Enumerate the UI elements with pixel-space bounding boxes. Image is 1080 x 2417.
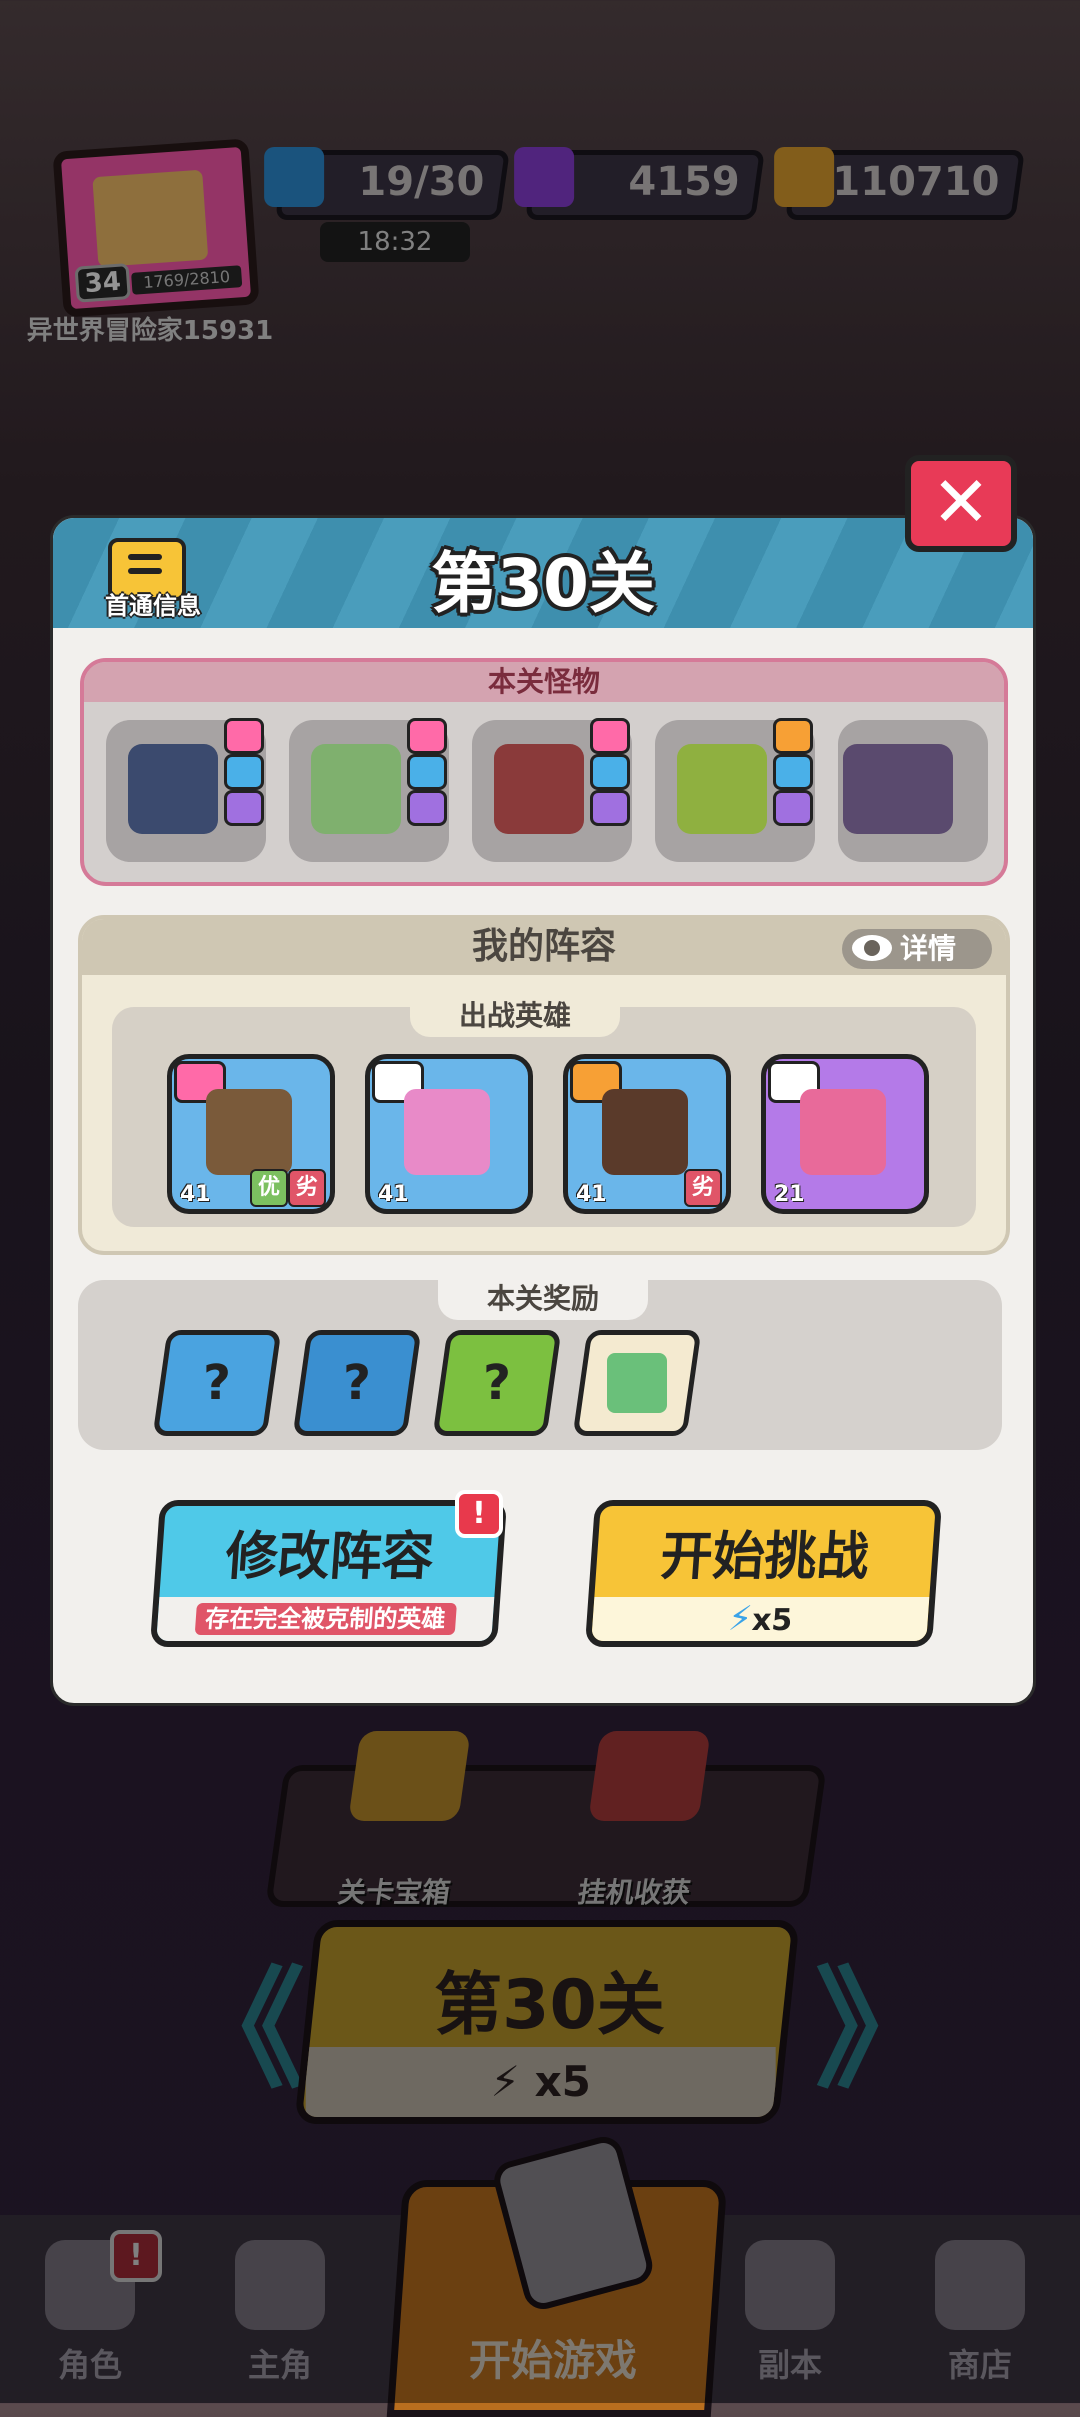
close-icon: ✕ — [931, 461, 991, 543]
monster-tile[interactable] — [289, 718, 449, 862]
hero-card[interactable]: 41 — [365, 1054, 533, 1214]
hero-level: 41 — [378, 1182, 409, 1207]
reward-map-item[interactable]: ? — [152, 1330, 282, 1436]
start-challenge-button[interactable]: 开始挑战 ⚡x5 — [584, 1500, 943, 1647]
detail-label: 详情 — [900, 932, 957, 965]
detail-button[interactable]: 详情 — [842, 929, 992, 969]
target-badge — [224, 754, 264, 790]
start-challenge-label: 开始挑战 — [658, 1527, 871, 1587]
hero-level: 41 — [180, 1182, 211, 1207]
class-badge — [773, 718, 813, 754]
pink-mech-hero-icon — [404, 1089, 490, 1175]
reward-gear-item[interactable]: ? — [292, 1330, 422, 1436]
energy-bolt-icon: ⚡ — [726, 1599, 754, 1639]
modal-header: 首通信息 第30关 — [53, 518, 1033, 628]
green-orc-icon — [311, 744, 401, 834]
reward-book-item[interactable] — [572, 1330, 702, 1436]
gunner-hero-icon — [206, 1089, 292, 1175]
hero-level: 41 — [576, 1182, 607, 1207]
target-badge — [590, 754, 630, 790]
rewards-header: 本关奖励 — [438, 1278, 648, 1320]
question-icon: ? — [203, 1355, 231, 1411]
bandana-hero-icon — [602, 1089, 688, 1175]
bolt-badge — [224, 790, 264, 826]
lineup-header-bar: 我的阵容 详情 — [82, 919, 1006, 975]
target-badge — [407, 754, 447, 790]
hat-witch-icon — [843, 744, 953, 834]
modify-alert-badge: ! — [455, 1490, 503, 1538]
counter-warning: 存在完全被克制的英雄 — [156, 1597, 495, 1641]
question-icon: ? — [483, 1355, 511, 1411]
hero-card[interactable]: 41 劣 — [563, 1054, 731, 1214]
modify-lineup-label: 修改阵容 — [223, 1527, 436, 1587]
book-icon — [607, 1353, 667, 1413]
class-badge — [590, 718, 630, 754]
hero-level: 21 — [774, 1182, 805, 1207]
hero-card[interactable]: 21 — [761, 1054, 929, 1214]
heroes-subheader: 出战英雄 — [410, 995, 620, 1037]
target-badge — [773, 754, 813, 790]
pink-hat-hero-icon — [800, 1089, 886, 1175]
bolt-badge — [590, 790, 630, 826]
monster-tile[interactable] — [838, 720, 988, 862]
bolt-badge — [407, 790, 447, 826]
goat-demon-icon — [128, 744, 218, 834]
start-challenge-cost: ⚡x5 — [591, 1597, 930, 1641]
disadvantage-tag: 劣 — [288, 1169, 326, 1207]
monster-tile[interactable] — [106, 718, 266, 862]
disadvantage-tag: 劣 — [684, 1169, 722, 1207]
eye-icon — [852, 935, 892, 961]
zombie-head-icon — [677, 744, 767, 834]
lineup-panel: 我的阵容 详情 出战英雄 41 优 劣 41 41 劣 21 — [78, 915, 1010, 1255]
hero-card[interactable]: 41 优 劣 — [167, 1054, 335, 1214]
monsters-panel: 本关怪物 — [80, 658, 1008, 886]
modal-title: 第30关 — [431, 545, 655, 622]
modify-lineup-button[interactable]: 修改阵容 存在完全被克制的英雄 — [149, 1500, 508, 1647]
bolt-badge — [773, 790, 813, 826]
rewards-panel: 本关奖励 ? ? ? — [78, 1278, 1002, 1450]
advantage-tag: 优 — [250, 1169, 288, 1207]
question-icon: ? — [343, 1355, 371, 1411]
monster-tile[interactable] — [472, 718, 632, 862]
monster-tile[interactable] — [655, 718, 815, 862]
close-button[interactable]: ✕ — [905, 455, 1017, 552]
monsters-header: 本关怪物 — [84, 662, 1004, 702]
class-badge — [407, 718, 447, 754]
reward-orb-item[interactable]: ? — [432, 1330, 562, 1436]
red-ogre-icon — [494, 744, 584, 834]
class-badge — [224, 718, 264, 754]
